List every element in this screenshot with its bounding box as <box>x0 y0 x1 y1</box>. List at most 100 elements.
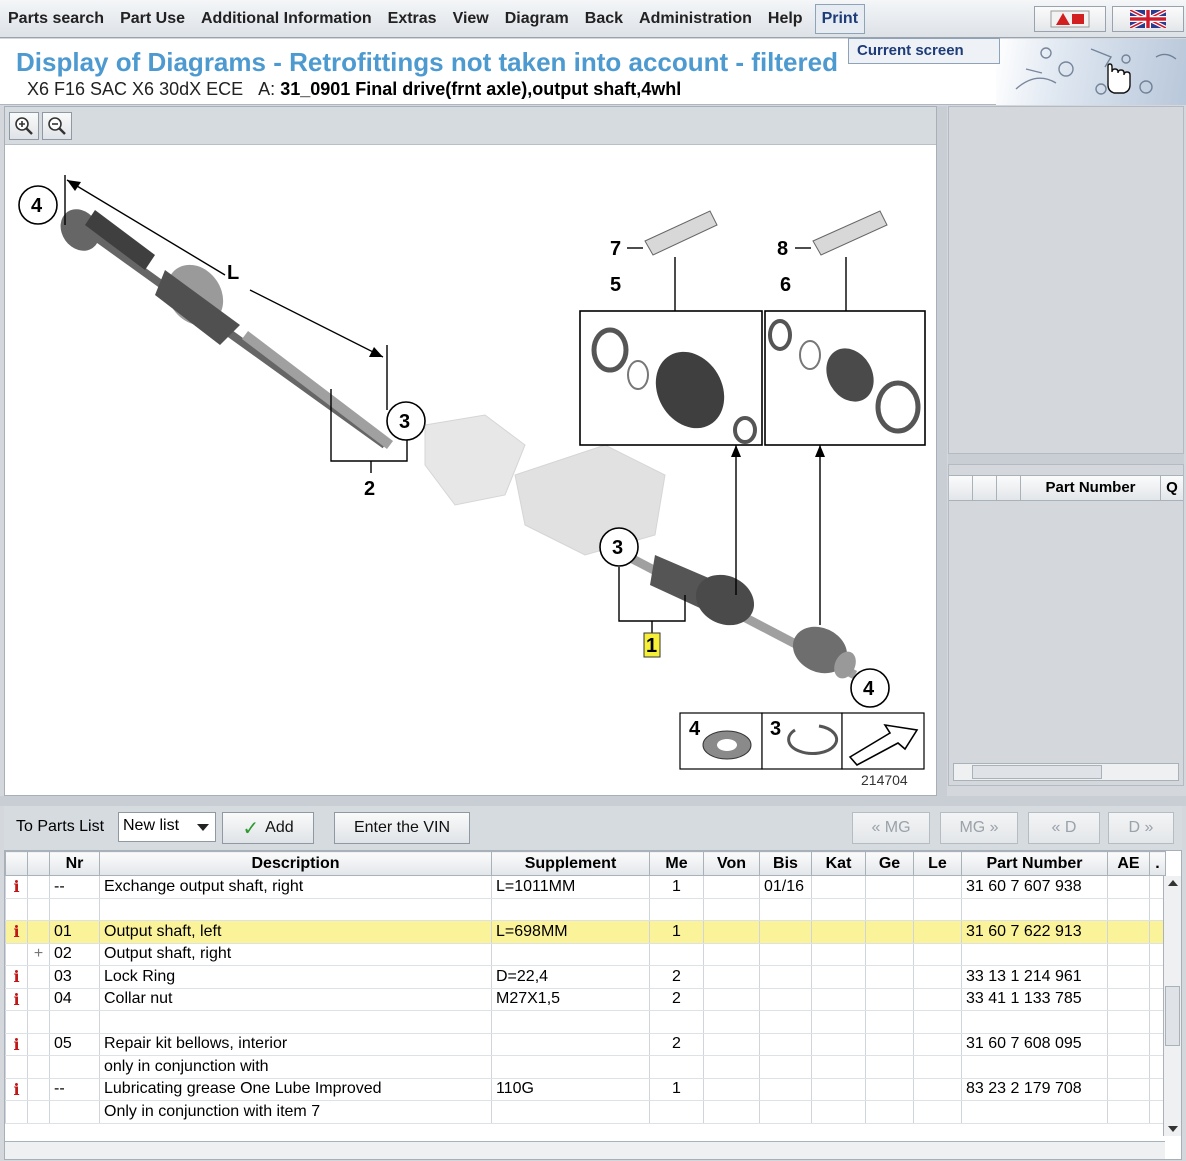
table-row[interactable]: i -- Exchange output shaft, right L=1011MM 1… <box>5 875 1166 899</box>
cell-le <box>913 988 962 1011</box>
grease-tube-8-drawing <box>795 210 888 311</box>
row-mark <box>27 898 50 921</box>
info-icon[interactable] <box>5 1010 28 1034</box>
right-splitter[interactable] <box>948 454 1184 464</box>
table-row[interactable]: i 05 Repair kit bellows, interior 2 31 60 7 … <box>5 1033 1166 1056</box>
hand-cursor-icon <box>1107 63 1131 94</box>
prev-diagram-button[interactable]: « D <box>1028 812 1100 844</box>
prev-main-group-button[interactable]: « MG <box>852 812 930 844</box>
right-horizontal-scrollbar[interactable] <box>953 763 1179 781</box>
vertical-splitter[interactable] <box>937 106 947 796</box>
menu-part-use[interactable]: Part Use <box>112 0 193 38</box>
table-row[interactable] <box>5 898 1166 921</box>
info-icon[interactable] <box>5 1100 28 1124</box>
cell-ae <box>1107 988 1150 1011</box>
col-extra[interactable]: . <box>1149 851 1166 876</box>
table-horizontal-scrollbar[interactable] <box>5 1141 1165 1159</box>
zoom-in-icon <box>15 117 33 135</box>
cell-von <box>703 1010 760 1034</box>
table-row[interactable]: i 01 Output shaft, left L=698MM 1 31 60 7 622… <box>5 920 1166 944</box>
parts-list-select[interactable]: New list <box>118 812 216 842</box>
table-row[interactable]: +02 Output shaft, right <box>5 943 1166 966</box>
menu-help[interactable]: Help <box>760 0 811 38</box>
zoom-out-button[interactable] <box>42 112 72 140</box>
horizontal-splitter[interactable] <box>0 796 1186 806</box>
col-me[interactable]: Me <box>649 851 704 876</box>
cell-ae <box>1107 1010 1150 1034</box>
cell-part-number <box>961 1010 1108 1034</box>
alert-flag-icon[interactable] <box>1034 6 1106 32</box>
zoom-out-icon <box>48 117 66 135</box>
col-part-number[interactable]: Part Number <box>961 851 1108 876</box>
col-ge[interactable]: Ge <box>865 851 914 876</box>
menu-administration[interactable]: Administration <box>631 0 760 38</box>
col-bis[interactable]: Bis <box>759 851 812 876</box>
col-nr[interactable]: Nr <box>49 851 100 876</box>
right-col-q[interactable]: Q <box>1161 476 1183 500</box>
menu-additional-information[interactable]: Additional Information <box>193 0 380 38</box>
menu-parts-search[interactable]: Parts search <box>0 0 112 38</box>
table-vertical-scrollbar[interactable] <box>1163 876 1181 1136</box>
table-row[interactable] <box>5 1010 1166 1034</box>
col-le[interactable]: Le <box>913 851 962 876</box>
menu-diagram[interactable]: Diagram <box>497 0 577 38</box>
info-icon[interactable] <box>5 1055 28 1079</box>
col-mark[interactable] <box>27 851 50 876</box>
info-icon[interactable]: i <box>5 988 28 1011</box>
menu-extras[interactable]: Extras <box>380 0 445 38</box>
cell-ge <box>865 1055 914 1079</box>
next-diagram-button[interactable]: D » <box>1108 812 1174 844</box>
info-icon[interactable]: i <box>5 1078 28 1101</box>
cell-von <box>703 1055 760 1079</box>
cell-supplement <box>491 1010 650 1034</box>
legend-label-3: 3 <box>770 718 781 740</box>
zoom-in-button[interactable] <box>9 112 39 140</box>
info-icon[interactable]: i <box>5 1033 28 1056</box>
cell-supplement: 110G <box>491 1078 650 1101</box>
right-table-header: Part Number Q <box>949 475 1183 501</box>
col-info[interactable] <box>5 851 28 876</box>
cell-kat <box>811 920 866 944</box>
col-ae[interactable]: AE <box>1107 851 1150 876</box>
parts-list-select-value: New list <box>123 817 180 834</box>
info-icon[interactable]: i <box>5 920 28 944</box>
print-dropdown-current-screen[interactable]: Current screen <box>848 38 1000 64</box>
col-description[interactable]: Description <box>99 851 492 876</box>
cell-me: 2 <box>649 988 704 1011</box>
cell-description <box>99 1010 492 1034</box>
menu-back[interactable]: Back <box>577 0 631 38</box>
table-row[interactable]: only in conjunction with <box>5 1055 1166 1079</box>
row-mark <box>27 1010 50 1034</box>
info-icon[interactable]: i <box>5 875 28 899</box>
table-row[interactable]: i -- Lubricating grease One Lube Improved 1… <box>5 1078 1166 1101</box>
enter-vin-button[interactable]: Enter the VIN <box>334 812 470 844</box>
info-icon[interactable] <box>5 943 28 966</box>
table-row[interactable]: i 04 Collar nut M27X1,5 2 33 41 1 133 785 <box>5 988 1166 1011</box>
col-von[interactable]: Von <box>703 851 760 876</box>
menu-view[interactable]: View <box>445 0 497 38</box>
cell-von <box>703 1033 760 1056</box>
cell-ge <box>865 965 914 989</box>
cell-ge <box>865 1010 914 1034</box>
menu-print[interactable]: Print <box>814 3 866 34</box>
cell-nr: -- <box>49 1078 100 1101</box>
next-main-group-button[interactable]: MG » <box>940 812 1018 844</box>
label-2: 2 <box>364 478 375 500</box>
table-scroll-thumb[interactable] <box>1165 986 1180 1046</box>
right-col-part-number[interactable]: Part Number <box>1021 476 1161 500</box>
col-kat[interactable]: Kat <box>811 851 866 876</box>
table-row[interactable]: Only in conjunction with item 7 <box>5 1100 1166 1124</box>
cell-nr: 05 <box>49 1033 100 1056</box>
col-supplement[interactable]: Supplement <box>491 851 650 876</box>
add-button[interactable]: ✓ Add <box>222 812 314 844</box>
label-4-top: 4 <box>31 195 43 217</box>
info-icon[interactable]: i <box>5 965 28 989</box>
info-icon[interactable] <box>5 898 28 921</box>
table-row[interactable]: i 03 Lock Ring D=22,4 2 33 13 1 214 961 <box>5 965 1166 989</box>
scroll-up-icon <box>1168 880 1178 886</box>
cell-bis <box>759 1100 812 1124</box>
label-3-upper: 3 <box>399 411 410 433</box>
language-flag-icon[interactable] <box>1112 6 1184 32</box>
cell-description: Exchange output shaft, right <box>99 875 492 899</box>
cell-part-number <box>961 1055 1108 1079</box>
